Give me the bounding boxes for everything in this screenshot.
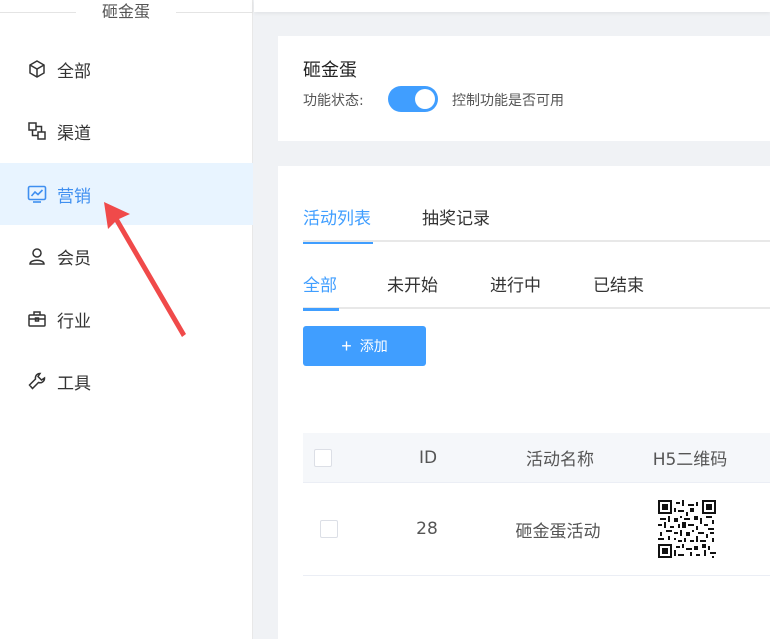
feature-toggle[interactable] [388, 86, 438, 112]
briefcase-icon [26, 308, 48, 330]
row-activity-name: 砸金蛋活动 [515, 521, 601, 542]
row-checkbox-cell [309, 483, 349, 575]
qr-code-image [658, 500, 716, 558]
sidebar-item-industry[interactable]: 行业 [0, 288, 253, 350]
tab-not-started[interactable]: 未开始 [387, 271, 438, 309]
sidebar-item-label: 行业 [57, 311, 91, 332]
feature-card: 砸金蛋 功能状态: 控制功能是否可用 [278, 36, 770, 141]
sidebar-item-label: 全部 [57, 61, 91, 82]
row-id: 28 [416, 519, 438, 539]
sidebar-item-channel[interactable]: 渠道 [0, 100, 253, 162]
sidebar: 砸金蛋 全部 渠道 营销 会员 行业 工具 [0, 0, 253, 639]
sidebar-item-label: 工具 [57, 373, 91, 394]
tab-all[interactable]: 全部 [303, 271, 339, 311]
sidebar-item-member[interactable]: 会员 [0, 225, 253, 287]
feature-title: 砸金蛋 [303, 60, 357, 81]
channel-icon [26, 120, 48, 142]
add-button[interactable]: + 添加 [303, 326, 426, 366]
header-checkbox-cell [303, 433, 343, 482]
main-tabs: 活动列表 抽奖记录 [303, 204, 770, 244]
sidebar-item-tools[interactable]: 工具 [0, 350, 253, 412]
sidebar-title: 砸金蛋 [76, 0, 176, 24]
tab-activity-list[interactable]: 活动列表 [303, 204, 373, 244]
wrench-icon [26, 370, 48, 392]
row-qrcode-cell [637, 483, 737, 575]
tab-lottery-records[interactable]: 抽奖记录 [422, 204, 490, 242]
status-label: 功能状态: [303, 93, 364, 109]
sidebar-item-label: 会员 [57, 248, 91, 269]
plus-icon: + [341, 336, 352, 356]
status-tabs: 全部 未开始 进行中 已结束 [303, 271, 770, 311]
user-icon [26, 245, 48, 267]
tab-in-progress[interactable]: 进行中 [490, 271, 541, 309]
header-activity-name: 活动名称 [526, 450, 594, 470]
activity-card: 活动列表 抽奖记录 全部 未开始 进行中 已结束 + 添加 ID 活动名称 H5… [278, 166, 770, 639]
row-checkbox[interactable] [320, 520, 338, 538]
sidebar-item-label: 营销 [57, 186, 91, 207]
select-all-checkbox[interactable] [314, 448, 332, 467]
header-h5-qrcode: H5二维码 [652, 450, 728, 470]
header-id: ID [418, 447, 438, 468]
sidebar-item-label: 渠道 [57, 123, 91, 144]
top-bar [254, 0, 770, 12]
add-button-label: 添加 [359, 338, 388, 354]
chart-icon [26, 183, 48, 205]
tab-ended[interactable]: 已结束 [593, 271, 644, 309]
cube-icon [26, 58, 48, 80]
table-header: ID 活动名称 H5二维码 [303, 433, 770, 483]
toggle-description: 控制功能是否可用 [452, 93, 564, 109]
sidebar-item-all[interactable]: 全部 [0, 38, 253, 100]
table-row: 28 砸金蛋活动 [303, 483, 770, 576]
sidebar-item-marketing[interactable]: 营销 [0, 163, 253, 225]
